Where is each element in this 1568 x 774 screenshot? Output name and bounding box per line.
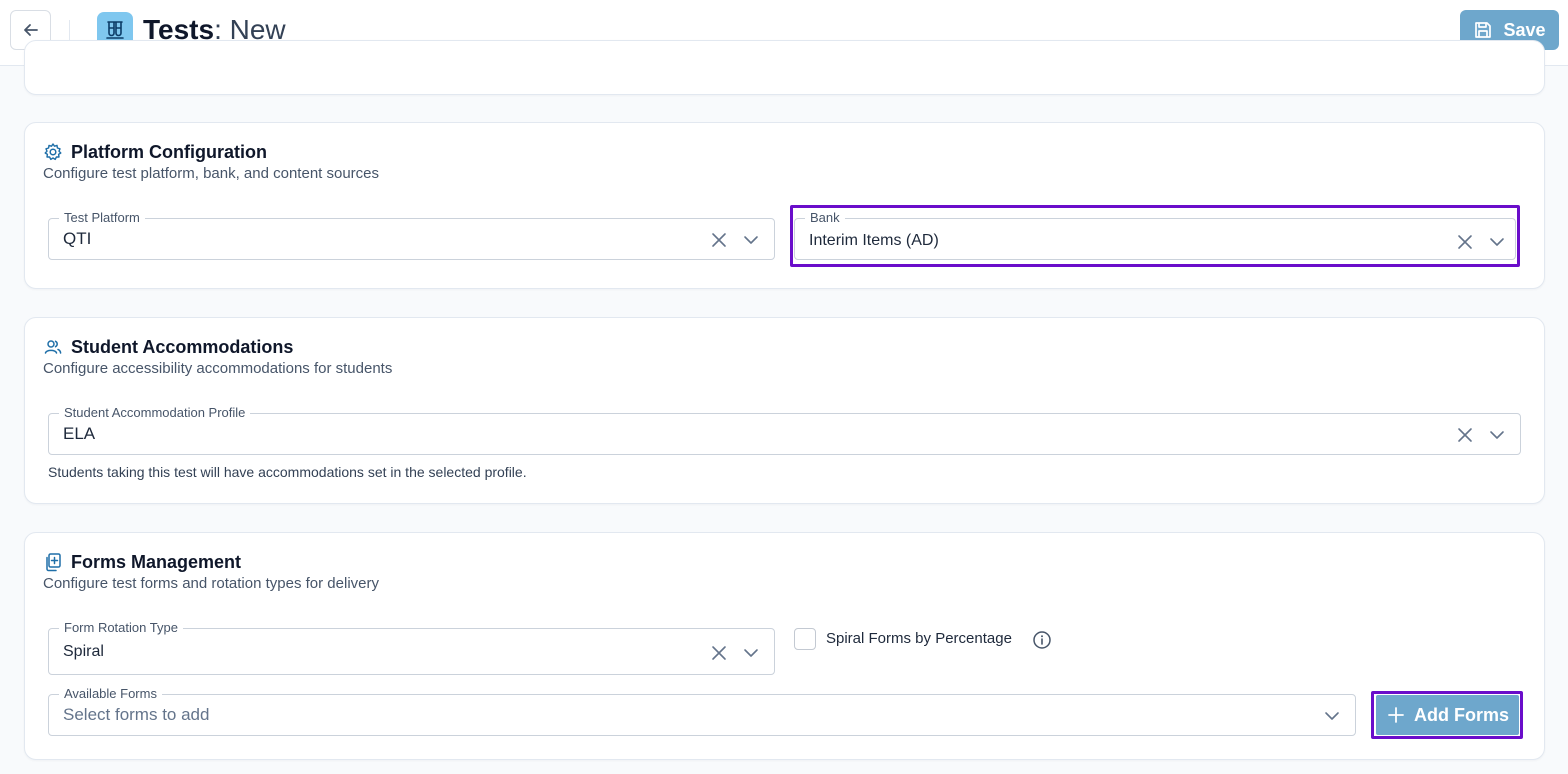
accommodation-profile-value: ELA <box>63 424 96 443</box>
spiral-by-percentage-checkbox[interactable] <box>794 628 816 650</box>
platform-configuration-header: Platform Configuration <box>43 141 267 163</box>
floppy-disk-icon <box>1475 22 1492 38</box>
test-platform-value: QTI <box>63 229 92 248</box>
student-accommodations-header: Student Accommodations <box>43 336 293 358</box>
forms-management-header: Forms Management <box>43 551 241 573</box>
available-forms-label: Available Forms <box>59 686 162 702</box>
save-button-label: Save <box>1503 19 1546 40</box>
header-divider <box>69 20 70 40</box>
available-forms-placeholder: Select forms to add <box>63 705 210 724</box>
test-platform-select[interactable]: Test Platform QTI <box>48 210 775 260</box>
chevron-down-icon[interactable] <box>742 231 760 249</box>
test-platform-label: Test Platform <box>59 210 145 226</box>
accommodation-profile-select[interactable]: Student Accommodation Profile ELA <box>48 405 1521 455</box>
chevron-down-icon[interactable] <box>1488 426 1506 444</box>
forms-management-subtitle: Configure test forms and rotation types … <box>43 575 379 592</box>
info-icon[interactable] <box>1032 630 1052 650</box>
platform-configuration-title: Platform Configuration <box>71 141 267 162</box>
form-rotation-type-select[interactable]: Form Rotation Type Spiral <box>48 620 775 675</box>
copy-plus-icon <box>46 553 61 572</box>
clear-icon[interactable] <box>1456 426 1474 444</box>
platform-configuration-subtitle: Configure test platform, bank, and conte… <box>43 165 380 182</box>
accommodation-profile-label: Student Accommodation Profile <box>59 405 251 421</box>
student-accommodations-title: Student Accommodations <box>71 336 294 357</box>
student-accommodations-subtitle: Configure accessibility accommodations f… <box>43 360 393 377</box>
users-icon <box>44 340 62 354</box>
clear-icon[interactable] <box>710 231 728 249</box>
arrow-left-icon <box>23 24 38 36</box>
spiral-by-percentage-label: Spiral Forms by Percentage <box>826 630 1012 647</box>
forms-management-title: Forms Management <box>71 551 242 572</box>
form-rotation-type-label: Form Rotation Type <box>59 620 183 636</box>
bank-highlight-outline <box>790 205 1520 267</box>
clear-icon[interactable] <box>710 644 728 662</box>
gear-icon <box>44 143 62 161</box>
form-rotation-type-value: Spiral <box>63 643 104 660</box>
chevron-down-icon[interactable] <box>1323 707 1341 725</box>
accommodation-helper-text: Students taking this test will have acco… <box>48 464 527 480</box>
add-forms-highlight-outline <box>1371 691 1523 739</box>
chevron-down-icon[interactable] <box>742 644 760 662</box>
previous-section-card <box>24 40 1545 95</box>
available-forms-select[interactable]: Available Forms Select forms to add <box>48 686 1356 736</box>
